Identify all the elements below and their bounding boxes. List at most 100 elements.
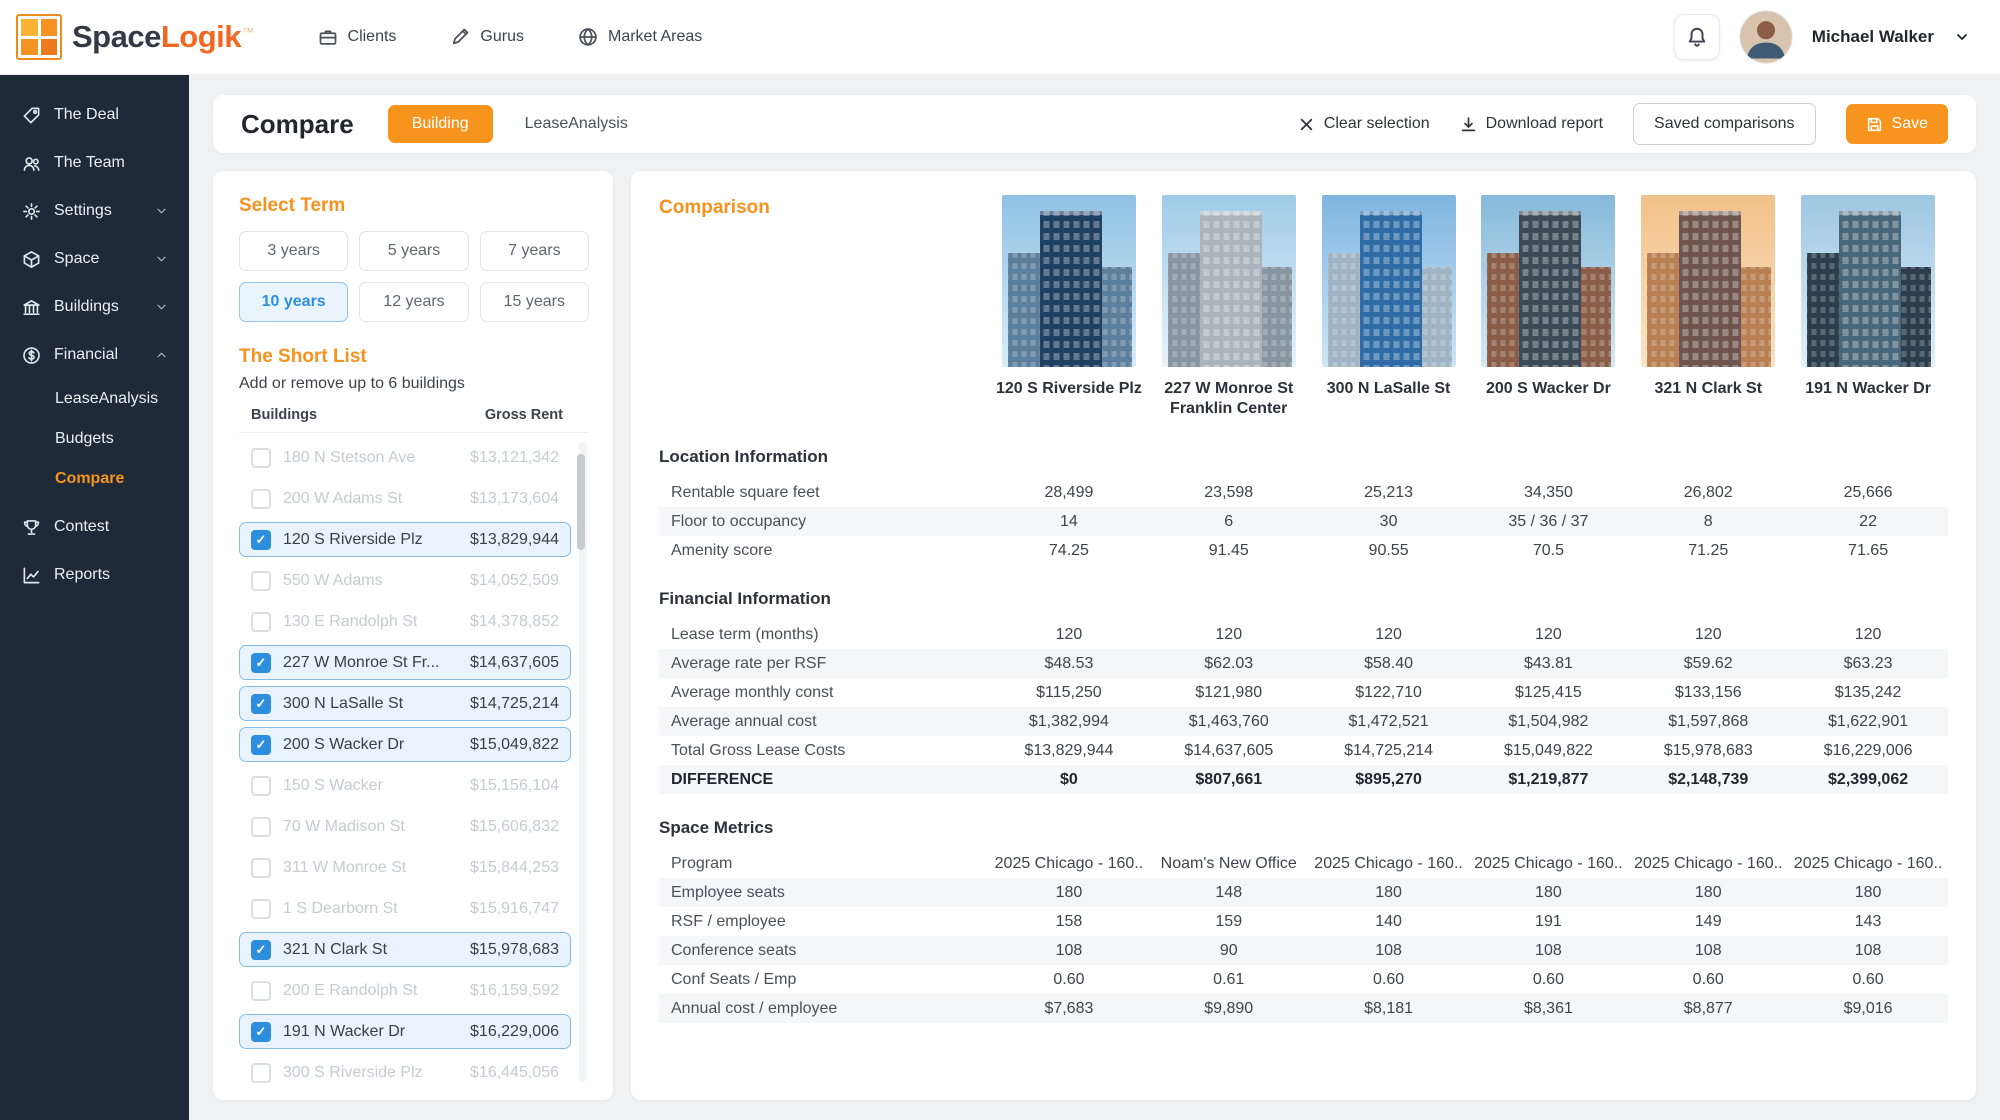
building-column-200-s-wacker-dr: 200 S Wacker Dr <box>1468 195 1628 399</box>
building-row-300-n-lasalle-st[interactable]: ✓300 N LaSalle St$14,725,214 <box>239 686 571 721</box>
checkbox-checked[interactable]: ✓ <box>251 1022 271 1042</box>
sidebar-item-reports[interactable]: Reports <box>0 551 189 599</box>
building-row-200-w-adams-st[interactable]: 200 W Adams St$13,173,604 <box>239 481 571 516</box>
building-row-321-n-clark-st[interactable]: ✓321 N Clark St$15,978,683 <box>239 932 571 967</box>
building-photo <box>1801 195 1935 367</box>
term-3-years[interactable]: 3 years <box>239 231 348 271</box>
term-15-years[interactable]: 15 years <box>480 282 589 322</box>
building-row-191-n-wacker-dr[interactable]: ✓191 N Wacker Dr$16,229,006 <box>239 1014 571 1049</box>
building-name: 311 W Monroe St <box>283 859 406 877</box>
building-name: 200 E Randolph St <box>283 982 417 1000</box>
checkbox-checked[interactable]: ✓ <box>251 694 271 714</box>
tab-leaseanalysis[interactable]: LeaseAnalysis <box>525 115 628 133</box>
sidebar-subitem-compare[interactable]: Compare <box>0 459 189 499</box>
close-icon <box>1298 116 1315 133</box>
building-row-180-n-stetson-ave[interactable]: 180 N Stetson Ave$13,121,342 <box>239 440 571 475</box>
building-name: 300 N LaSalle St <box>283 695 403 713</box>
scrollbar-track[interactable] <box>579 442 587 1082</box>
building-row-130-e-randolph-st[interactable]: 130 E Randolph St$14,378,852 <box>239 604 571 639</box>
building-row-550-w-adams[interactable]: 550 W Adams$14,052,509 <box>239 563 571 598</box>
term-options: 3 years 5 years 7 years 10 years 12 years 15 … <box>239 231 589 322</box>
chevron-down-icon <box>152 204 171 218</box>
term-12-years[interactable]: 12 years <box>359 282 468 322</box>
nav-market-areas[interactable]: Market Areas <box>578 27 702 47</box>
checkbox-unchecked[interactable] <box>251 858 271 878</box>
building-row-150-s-wacker[interactable]: 150 S Wacker $15,156,104 <box>239 768 571 803</box>
checkbox-checked[interactable]: ✓ <box>251 735 271 755</box>
checkbox-unchecked[interactable] <box>251 899 271 919</box>
term-7-years[interactable]: 7 years <box>480 231 589 271</box>
sidebar-item-contest[interactable]: Contest <box>0 503 189 551</box>
checkbox-unchecked[interactable] <box>251 817 271 837</box>
checkbox-unchecked[interactable] <box>251 571 271 591</box>
sidebar-item-the-team[interactable]: The Team <box>0 139 189 187</box>
checkbox-unchecked[interactable] <box>251 1063 271 1083</box>
user-name[interactable]: Michael Walker <box>1812 27 1934 47</box>
term-5-years[interactable]: 5 years <box>359 231 468 271</box>
tab-building[interactable]: Building <box>388 105 493 143</box>
checkbox-unchecked[interactable] <box>251 489 271 509</box>
sidebar-item-buildings[interactable]: Buildings <box>0 283 189 331</box>
sidebar-subitem-leaseanalysis[interactable]: LeaseAnalysis <box>0 379 189 419</box>
metric-value: 140 <box>1309 913 1469 931</box>
metric-value: 120 <box>1468 626 1628 644</box>
shortlist-subheading: Add or remove up to 6 buildings <box>239 375 589 393</box>
chevron-down-icon <box>152 252 171 266</box>
notifications-button[interactable] <box>1674 14 1720 60</box>
metric-row-rentable-square-feet: Rentable square feet28,49923,59825,21334… <box>659 478 1948 507</box>
checkbox-unchecked[interactable] <box>251 981 271 1001</box>
building-row-311-w-monroe-st[interactable]: 311 W Monroe St$15,844,253 <box>239 850 571 885</box>
metric-value: Noam's New Office <box>1149 855 1309 873</box>
metric-value: $8,877 <box>1628 1000 1788 1018</box>
checkbox-checked[interactable]: ✓ <box>251 940 271 960</box>
saved-comparisons-button[interactable]: Saved comparisons <box>1633 103 1816 145</box>
main: Compare Building LeaseAnalysis Clear sele… <box>189 75 2000 1120</box>
building-row-120-s-riverside-plz[interactable]: ✓120 S Riverside Plz$13,829,944 <box>239 522 571 557</box>
building-row-1-s-dearborn-st[interactable]: 1 S Dearborn St$15,916,747 <box>239 891 571 926</box>
building-row-70-w-madison-st[interactable]: 70 W Madison St$15,606,832 <box>239 809 571 844</box>
download-report-button[interactable]: Download report <box>1460 115 1603 133</box>
scrollbar-thumb[interactable] <box>577 454 585 550</box>
metric-label: Average rate per RSF <box>659 655 989 673</box>
metric-row-average-monthly-const: Average monthly const$115,250$121,980$12… <box>659 678 1948 707</box>
metric-value: $2,399,062 <box>1788 771 1948 789</box>
shortlist-list[interactable]: 180 N Stetson Ave$13,121,342 200 W Adams … <box>239 440 589 1090</box>
metric-value: 148 <box>1149 884 1309 902</box>
building-row-227-w-monroe-st-fr[interactable]: ✓227 W Monroe St Fr...$14,637,605 <box>239 645 571 680</box>
sidebar-item-financial[interactable]: Financial <box>0 331 189 379</box>
checkbox-unchecked[interactable] <box>251 448 271 468</box>
clear-selection-button[interactable]: Clear selection <box>1298 115 1430 133</box>
sidebar-item-space[interactable]: Space <box>0 235 189 283</box>
metric-value: 0.60 <box>1628 971 1788 989</box>
building-photo <box>1002 195 1136 367</box>
sidebar-subitem-budgets[interactable]: Budgets <box>0 419 189 459</box>
chart-icon <box>22 566 41 585</box>
gross-rent-value: $15,156,104 <box>470 777 559 795</box>
checkbox-unchecked[interactable] <box>251 612 271 632</box>
building-column-name: 191 N Wacker Dr <box>1805 379 1931 399</box>
logo[interactable]: SpaceLogik™ <box>16 14 254 60</box>
page-title: Compare <box>241 109 354 140</box>
building-name: 150 S Wacker <box>283 777 383 795</box>
checkbox-unchecked[interactable] <box>251 776 271 796</box>
section-title-space-metrics: Space Metrics <box>659 794 1948 849</box>
checkbox-checked[interactable]: ✓ <box>251 530 271 550</box>
logo-text: SpaceLogik™ <box>72 19 254 55</box>
checkbox-checked[interactable]: ✓ <box>251 653 271 673</box>
sidebar-item-settings[interactable]: Settings <box>0 187 189 235</box>
metric-value: $15,978,683 <box>1628 742 1788 760</box>
avatar[interactable] <box>1740 11 1792 63</box>
building-column-191-n-wacker-dr: 191 N Wacker Dr <box>1788 195 1948 399</box>
building-name: 550 W Adams <box>283 572 383 590</box>
chevron-down-icon[interactable] <box>1954 29 1970 45</box>
gross-rent-value: $13,829,944 <box>470 531 559 549</box>
sidebar-item-the-deal[interactable]: The Deal <box>0 91 189 139</box>
nav-gurus[interactable]: Gurus <box>450 27 524 47</box>
term-10-years[interactable]: 10 years <box>239 282 348 322</box>
gross-rent-value: $13,121,342 <box>470 449 559 467</box>
save-button[interactable]: Save <box>1846 104 1948 144</box>
nav-clients[interactable]: Clients <box>318 27 397 47</box>
building-row-300-s-riverside-plz[interactable]: 300 S Riverside Plz$16,445,056 <box>239 1055 571 1090</box>
building-row-200-s-wacker-dr[interactable]: ✓200 S Wacker Dr$15,049,822 <box>239 727 571 762</box>
building-row-200-e-randolph-st[interactable]: 200 E Randolph St$16,159,592 <box>239 973 571 1008</box>
